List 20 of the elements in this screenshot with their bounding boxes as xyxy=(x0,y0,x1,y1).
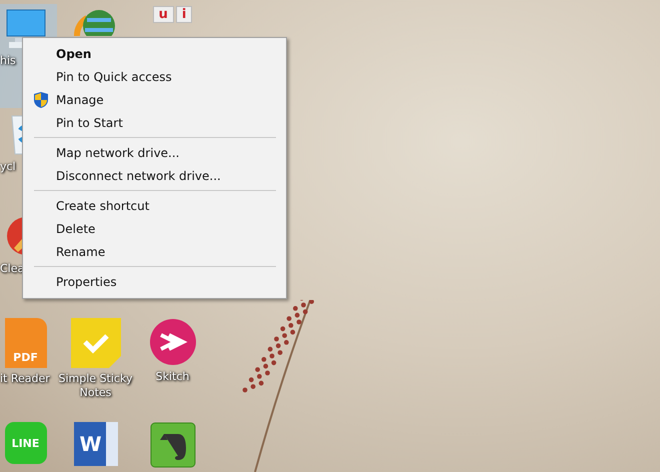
menu-item[interactable]: Rename xyxy=(25,240,284,263)
menu-item[interactable]: Manage xyxy=(25,88,284,111)
menu-item[interactable]: Create shortcut xyxy=(25,194,284,217)
menu-item[interactable]: Delete xyxy=(25,217,284,240)
chat-icon: LINE xyxy=(4,422,46,464)
menu-item[interactable]: Pin to Quick access xyxy=(25,65,284,88)
menu-item[interactable]: Map network drive... xyxy=(25,141,284,164)
menu-item[interactable]: Properties xyxy=(25,270,284,293)
menu-item[interactable]: Open xyxy=(25,42,284,65)
icon-label: it Reader xyxy=(0,372,50,386)
icon-label: Simple Sticky Notes xyxy=(58,372,134,400)
menu-item[interactable]: Pin to Start xyxy=(25,111,284,134)
icon-label: Skitch xyxy=(156,370,190,384)
document-icon: W xyxy=(74,422,118,466)
shield-icon xyxy=(34,92,48,108)
icon-label: his xyxy=(0,54,16,68)
pdf-icon: PDF xyxy=(4,318,46,368)
icon-label: ycl xyxy=(0,160,16,174)
menu-item[interactable]: Disconnect network drive... xyxy=(25,164,284,187)
sticky-note-icon xyxy=(70,318,120,368)
